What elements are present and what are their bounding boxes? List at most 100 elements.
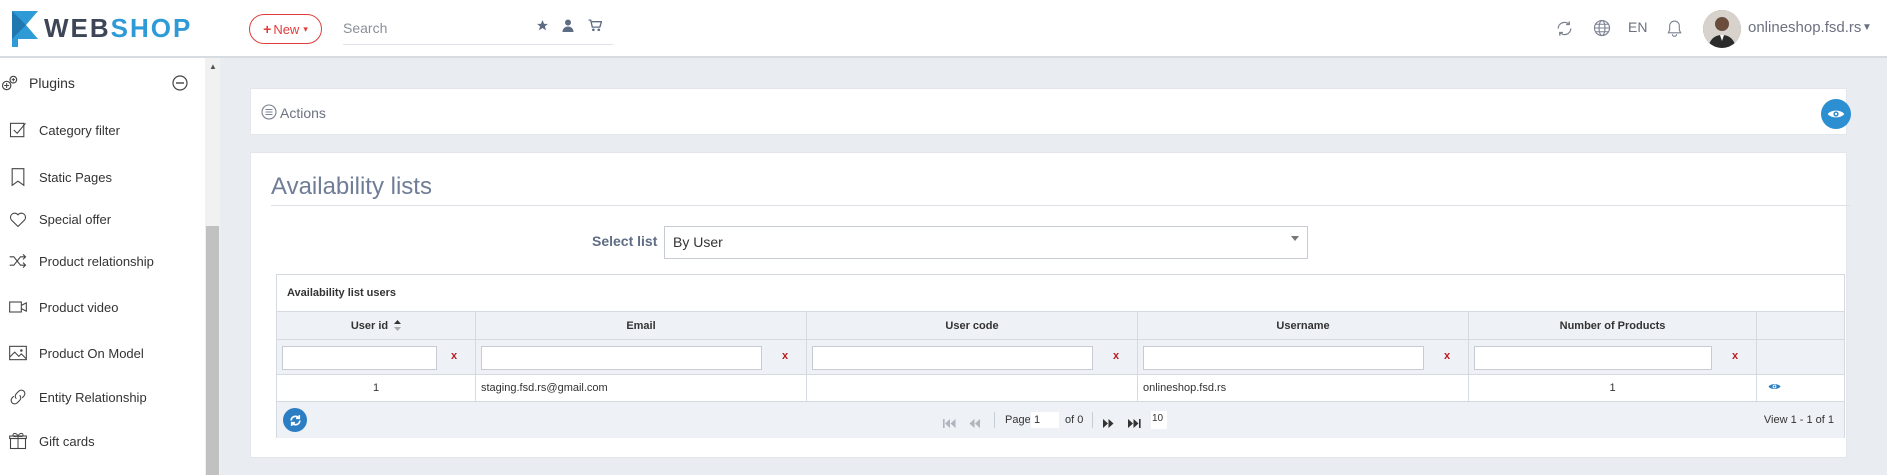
sidebar-item-label: Product video [39,299,119,315]
column-header-actions [1757,312,1845,339]
users-grid: Availability list users User id Email Us… [276,274,1845,438]
sidebar-item-label: Gift cards [39,433,95,449]
title-divider [271,205,1850,206]
chevron-down-icon: ▾ [303,23,308,34]
bell-icon[interactable] [1666,19,1683,42]
availability-lists-panel: Availability lists Select list By User A… [250,152,1850,458]
pager-divider [994,412,995,428]
link-icon [8,387,28,407]
sidebar-item-product-on-model[interactable]: Product On Model [0,338,205,368]
cell-user-code [807,375,1138,401]
sort-icon[interactable] [394,320,402,331]
table-row[interactable]: 1 staging.fsd.rs@gmail.com onlineshop.fs… [277,375,1844,402]
star-icon[interactable] [536,19,550,33]
bookmark-icon [8,167,28,187]
cell-number-of-products: 1 [1469,375,1757,401]
last-page-icon[interactable] [1128,415,1141,433]
select-list-dropdown[interactable]: By User [664,226,1308,259]
previous-page-icon[interactable] [969,415,980,433]
sidebar-scrollbar[interactable]: ▲ [205,58,220,475]
page-size-select[interactable]: 10 [1151,411,1167,429]
search-input[interactable] [343,14,533,42]
column-header-label: User id [350,319,389,332]
page-of-total: of 0 [1065,414,1084,426]
column-header-user-code[interactable]: User code [807,312,1138,339]
scrollbar-thumb[interactable] [206,226,219,475]
plugins-icon [0,73,20,93]
language-selector[interactable]: EN [1628,19,1647,35]
video-icon [8,297,28,317]
select-list-value: By User [673,234,723,250]
column-header-user-id[interactable]: User id [277,312,476,339]
logo-text-web: WEB [44,12,111,43]
collapse-minus-icon[interactable] [172,75,188,91]
column-header-username[interactable]: Username [1138,312,1469,339]
eye-icon [1827,110,1845,118]
cell-row-actions [1757,375,1845,401]
refresh-icon [289,414,301,426]
next-page-icon[interactable] [1103,415,1114,433]
sidebar-item-category-filter[interactable]: Category filter [0,115,205,145]
pager-divider [1092,412,1093,428]
checkbox-icon [8,120,28,140]
user-icon[interactable] [562,19,576,33]
search-scope-icons [536,19,603,33]
plus-icon: + [263,21,272,37]
sidebar-item-product-video[interactable]: Product video [0,292,205,322]
page-label: Page [1005,414,1031,426]
shuffle-icon [8,251,28,271]
cart-icon[interactable] [588,19,603,33]
webshop-logo[interactable]: WEBSHOP [10,8,192,48]
new-button[interactable]: + New ▾ [249,14,322,44]
cell-email: staging.fsd.rs@gmail.com [476,375,807,401]
sidebar-item-special-offer[interactable]: Special offer [0,204,205,234]
grid-caption: Availability list users [277,275,1844,312]
sidebar-item-entity-relationship[interactable]: Entity Relationship [0,382,205,412]
filter-cell-divider [807,340,1138,374]
sidebar-item-label: Static Pages [39,169,112,185]
filter-cell-divider [1138,340,1469,374]
sidebar-item-label: Product relationship [39,253,154,269]
select-list-label: Select list [592,233,658,249]
filter-cell-divider [1469,340,1757,374]
sidebar-item-label: Special offer [39,211,112,227]
sidebar-item-gift-cards[interactable]: Gift cards [0,426,205,456]
column-header-label: Email [626,319,656,332]
column-header-label: Username [1276,319,1330,332]
cell-user-id: 1 [277,375,476,401]
grid-pager: Page of 0 10 View 1 - 1 of 1 [277,402,1844,438]
gift-icon [8,431,28,451]
records-count: View 1 - 1 of 1 [1763,414,1834,426]
dropdown-caret-icon [1291,236,1299,241]
filter-cell-divider [277,340,476,374]
sync-icon[interactable] [1555,19,1574,43]
first-page-icon[interactable] [943,415,956,433]
sidebar-section-label: Plugins [29,75,75,91]
eye-icon[interactable] [1768,382,1781,394]
column-header-label: User code [945,319,999,332]
column-header-email[interactable]: Email [476,312,807,339]
refresh-button[interactable] [283,408,307,432]
page-title: Availability lists [271,173,432,200]
top-header: WEBSHOP + New ▾ EN onlinesh [0,0,1887,58]
view-toggle-button[interactable] [1821,99,1851,129]
column-header-number-of-products[interactable]: Number of Products [1469,312,1757,339]
sidebar-item-label: Entity Relationship [39,389,147,405]
heart-icon [8,209,28,229]
globe-icon[interactable] [1593,19,1611,42]
sidebar: Plugins Category filter Static Pages Spe… [0,58,220,475]
chevron-down-icon[interactable]: ▼ [1862,22,1872,33]
user-menu-name[interactable]: onlineshop.fsd.rs [1748,19,1861,36]
filter-cell-divider [476,340,807,374]
sidebar-item-static-pages[interactable]: Static Pages [0,162,205,192]
actions-bar: Actions [250,88,1851,135]
page-number-input[interactable] [1030,411,1060,429]
scroll-up-arrow-icon[interactable]: ▲ [209,62,217,71]
sidebar-item-product-relationship[interactable]: Product relationship [0,246,205,276]
logo-text-shop: SHOP [110,12,193,43]
actions-toggle[interactable]: Actions [280,105,326,121]
image-icon [8,343,28,363]
sidebar-item-label: Product On Model [39,345,144,361]
menu-circle-icon[interactable] [261,104,277,120]
avatar[interactable] [1703,10,1741,48]
